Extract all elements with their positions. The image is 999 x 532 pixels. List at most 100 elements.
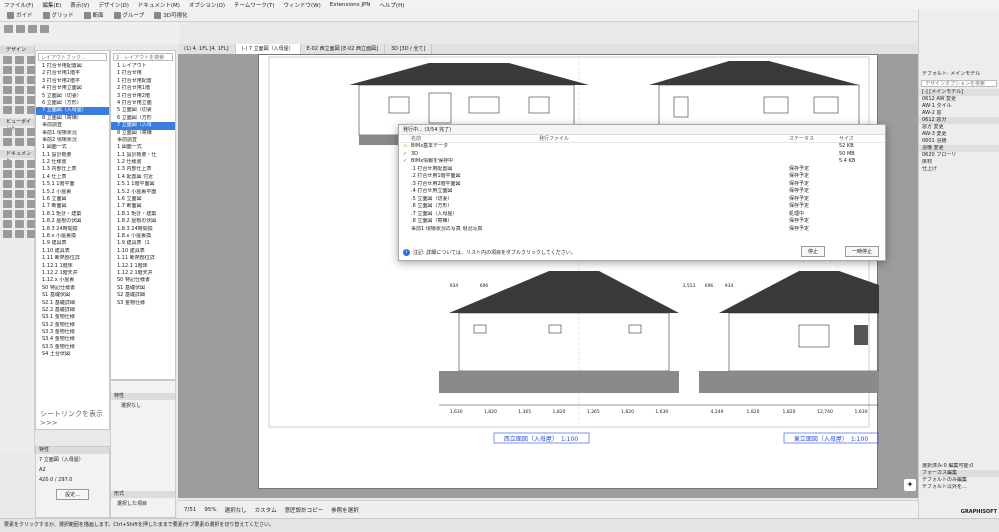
bottom-item-3[interactable]: 意匠設計コピー: [285, 506, 324, 514]
navigator-item[interactable]: S3.1 金物仕様: [36, 314, 109, 321]
design-option-item[interactable]: 0612 窓ガ: [919, 117, 999, 124]
navigator-item[interactable]: 1.11 断熱部位詳: [111, 255, 175, 262]
navigator-item[interactable]: 1 図面一式: [111, 144, 175, 151]
tool-icon[interactable]: [15, 138, 24, 146]
design-option-item[interactable]: 0612 AW 変更: [919, 96, 999, 103]
navigator-item[interactable]: 事前1 現場状況: [36, 130, 109, 137]
menu-item[interactable]: オプション(O): [189, 1, 225, 9]
layout-sheet[interactable]: 1,630 1,820 1,365 1,820 1,365 1,820 1,630 4,24…: [258, 54, 918, 489]
stop-button[interactable]: 停止: [800, 246, 825, 257]
navigator-item[interactable]: S2 基礎詳細: [111, 292, 175, 299]
menu-item[interactable]: Extensions JPN: [330, 2, 371, 8]
tool-icon[interactable]: [15, 230, 24, 238]
navigator-item[interactable]: 5 立面図（切妻: [111, 107, 175, 114]
toolbar-button[interactable]: 3D可視化: [151, 10, 190, 20]
arrow-tool-icon[interactable]: [4, 25, 13, 33]
tool-icon[interactable]: [15, 86, 24, 94]
tool-icon[interactable]: [3, 160, 12, 168]
navigator-item[interactable]: 1.12.x 小屋裏: [36, 277, 109, 284]
toolbar-button[interactable]: グリッド: [40, 10, 77, 20]
tool-icon[interactable]: [15, 190, 24, 198]
tool-icon[interactable]: [15, 66, 24, 74]
navigator-item[interactable]: 1 レイアウト: [111, 63, 175, 70]
navigator-item[interactable]: 1.1 設計概要・仕: [111, 152, 175, 159]
publish-item-row[interactable]: 事前1 現場状況の写真 現況写真 保存予定: [399, 226, 885, 234]
sheet-link-toggle[interactable]: シートリンクを表示 >>>: [40, 409, 109, 427]
publish-item-row[interactable]: ✓ BIMx情報を保存中 5.4 KB: [399, 158, 885, 166]
navigator-item[interactable]: S0 特記仕様書: [111, 277, 175, 284]
view-tab[interactable]: (1) 4. 1FL [4. 1FL]: [178, 44, 236, 54]
zoom-level[interactable]: 95%: [204, 507, 216, 513]
toolbar-button[interactable]: 断面: [81, 10, 107, 20]
navigator-search-input[interactable]: レイアウトブック...: [38, 53, 107, 61]
design-option-item[interactable]: AW-2 窓: [919, 110, 999, 117]
navigator-item[interactable]: 1.1 設計概要: [36, 152, 109, 159]
tool-icon[interactable]: [3, 66, 12, 74]
navigator-item[interactable]: S1 基礎伏図: [111, 285, 175, 292]
tool-icon[interactable]: [3, 170, 12, 178]
view-tab[interactable]: 3D [3D / 全て]: [385, 44, 433, 54]
tool-icon[interactable]: [15, 220, 24, 228]
publish-item-row[interactable]: ✓ 3D 50 MB: [399, 151, 885, 159]
tool-icon[interactable]: [3, 138, 12, 146]
navigator-item[interactable]: 1.6 立面図: [111, 196, 175, 203]
focus-header[interactable]: フォーカス編集: [919, 470, 999, 477]
selected-items[interactable]: 選択した項目: [111, 498, 175, 509]
publish-item-row[interactable]: .4 打合せ用立面図 保存予定: [399, 188, 885, 196]
menu-item[interactable]: ウィンドウ(W): [284, 1, 321, 9]
navigator-item[interactable]: 事前調査: [36, 122, 109, 129]
focus-item-2[interactable]: デフォルト以外を...: [919, 484, 999, 491]
publish-item-row[interactable]: .6 立面図（方形） 保存予定: [399, 203, 885, 211]
tool-icon[interactable]: [3, 128, 12, 136]
navigator-item[interactable]: 1.12.2 1階天井: [36, 270, 109, 277]
toolbar-button[interactable]: ガイド: [4, 10, 36, 20]
view-tab[interactable]: E-02 西立面図 [E-02 西立面図]: [301, 44, 385, 54]
tool-icon[interactable]: [15, 200, 24, 208]
menu-item[interactable]: デザイン(D): [98, 1, 129, 9]
tool-icon[interactable]: [15, 106, 24, 114]
navigate-icon[interactable]: ✦: [904, 479, 916, 491]
navigator-item[interactable]: 1.8.2 屋根の伏図: [111, 218, 175, 225]
navigator-item[interactable]: S1 基礎伏図: [36, 292, 109, 299]
design-option-item[interactable]: 0620 フローリ: [919, 152, 999, 159]
navigator-item[interactable]: 1.6 立面図: [36, 196, 109, 203]
tool-icon[interactable]: [3, 96, 12, 104]
navigator-item[interactable]: 1.2 仕様書: [111, 159, 175, 166]
navigator-item[interactable]: 1.9 建具表: [36, 240, 109, 247]
info-name[interactable]: 7 立面図（入母屋）: [36, 454, 109, 465]
navigator-item[interactable]: 1.8.x 小屋裏換: [111, 233, 175, 240]
navigator-item[interactable]: 6 立面図（方形: [111, 115, 175, 122]
navigator-item[interactable]: 2 打合せ用1階: [111, 85, 175, 92]
marquee-tool-icon[interactable]: [16, 25, 25, 33]
view-tab[interactable]: (-) 7 立面図（入母屋）: [235, 44, 301, 54]
navigator-item[interactable]: 事前2 現場状況: [36, 137, 109, 144]
rp-search-input[interactable]: デザインオプションを検索: [921, 80, 997, 87]
col-file[interactable]: 発行ファイル: [539, 135, 789, 142]
design-option-item[interactable]: [-] [メインモデル]: [919, 89, 999, 96]
navigator-item[interactable]: 1.9 建具表（1: [111, 240, 175, 247]
navigator-item[interactable]: 1.12.2 1階天井: [111, 270, 175, 277]
publish-item-row[interactable]: .5 立面図（切妻） 保存予定: [399, 196, 885, 204]
tool-icon[interactable]: [15, 210, 24, 218]
navigator-item[interactable]: 8 立面図（寄棟: [111, 130, 175, 137]
navigator-item[interactable]: 1.5.1 1階平面図: [111, 181, 175, 188]
navigator-item[interactable]: 1.10 建具表: [111, 248, 175, 255]
toolbox-design-header[interactable]: デザイン: [0, 46, 34, 54]
navigator-item[interactable]: 1.3 内部仕上表: [36, 166, 109, 173]
navigator-item[interactable]: 事前調査: [111, 137, 175, 144]
navigator-item[interactable]: S0 特記仕様書: [36, 285, 109, 292]
navigator-item[interactable]: 1.2 仕様書: [36, 159, 109, 166]
navigator-item[interactable]: 1.8.1 矩計・建築: [111, 211, 175, 218]
navigator-item[interactable]: S3.5 金物仕様: [36, 344, 109, 351]
navigator-item[interactable]: S4 土台伏図: [36, 351, 109, 358]
tool-icon[interactable]: [3, 106, 12, 114]
navigator-item[interactable]: 3 打合せ用2階平: [36, 78, 109, 85]
navigator-item[interactable]: 1.7 断面図: [36, 203, 109, 210]
bottom-item-4[interactable]: 参照を選択: [331, 506, 359, 514]
bottom-item-2[interactable]: カスタム: [255, 506, 277, 514]
navigator-item[interactable]: 1 打合せ用配置図: [36, 63, 109, 70]
navigator-item[interactable]: 1.12.1 1階床: [111, 263, 175, 270]
navigator-item[interactable]: 1 打合せ用: [111, 70, 175, 77]
publish-item-row[interactable]: .1 打合せ用配置図 保存予定: [399, 166, 885, 174]
navigator-item[interactable]: 1.5.2 小屋裏: [36, 189, 109, 196]
